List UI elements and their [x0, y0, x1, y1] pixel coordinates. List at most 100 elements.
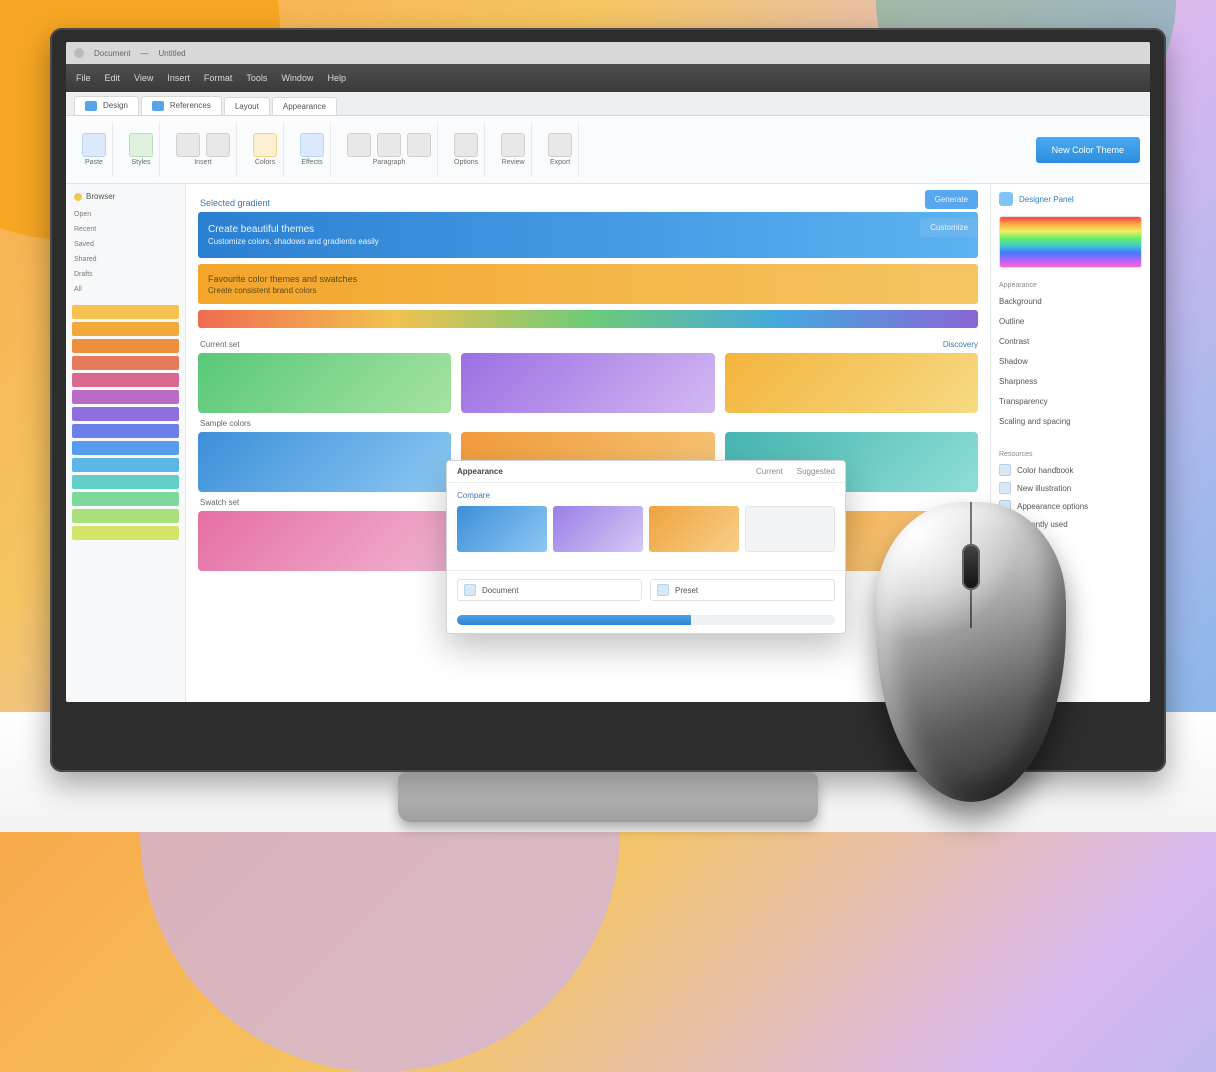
preset-icon: [657, 584, 669, 596]
physical-mouse: [876, 502, 1066, 802]
chip-customize[interactable]: Customize: [920, 218, 978, 237]
row-label: Current set: [200, 340, 240, 349]
menu-tools[interactable]: Tools: [246, 73, 267, 83]
tab-icon: [85, 101, 97, 111]
tabbar: Design References Layout Appearance: [66, 92, 1150, 116]
panel-item[interactable]: Scaling and spacing: [999, 415, 1142, 429]
menu-file[interactable]: File: [76, 73, 91, 83]
tab-icon: [152, 101, 164, 111]
insert-icon: [206, 133, 230, 157]
panel-item[interactable]: New illustration: [999, 482, 1142, 494]
tab-appearance[interactable]: Appearance: [272, 97, 337, 115]
banner-secondary[interactable]: Favourite color themes and swatches Crea…: [198, 264, 978, 304]
swatch[interactable]: [72, 526, 179, 540]
paste-icon: [82, 133, 106, 157]
dialog-swatch[interactable]: [649, 506, 739, 552]
swatch[interactable]: [72, 322, 179, 336]
sidebar-item[interactable]: All: [72, 284, 179, 295]
swatch-large[interactable]: [198, 353, 451, 413]
panel-item[interactable]: Shadow: [999, 355, 1142, 369]
banner-primary[interactable]: Create beautiful themes Customize colors…: [198, 212, 978, 258]
swatch-large[interactable]: [461, 353, 714, 413]
ribbon-group-paste[interactable]: Paste: [76, 122, 113, 177]
swatch[interactable]: [72, 305, 179, 319]
review-icon: [501, 133, 525, 157]
section-label: Selected gradient: [200, 198, 978, 208]
tab-layout[interactable]: Layout: [224, 97, 270, 115]
chip-generate[interactable]: Generate: [925, 190, 978, 209]
menu-insert[interactable]: Insert: [167, 73, 190, 83]
menu-window[interactable]: Window: [281, 73, 313, 83]
menu-help[interactable]: Help: [327, 73, 346, 83]
export-icon: [548, 133, 572, 157]
sidebar-item[interactable]: Drafts: [72, 269, 179, 280]
dialog-progress: [457, 615, 835, 625]
tab-references[interactable]: References: [141, 96, 222, 115]
square-icon: [999, 482, 1011, 494]
swatch[interactable]: [72, 509, 179, 523]
dialog-swatch[interactable]: [457, 506, 547, 552]
menu-format[interactable]: Format: [204, 73, 233, 83]
dialog-swatch[interactable]: [553, 506, 643, 552]
sidebar-item[interactable]: Open: [72, 209, 179, 220]
row-label: Sample colors: [200, 419, 978, 428]
swatch[interactable]: [72, 475, 179, 489]
ribbon-group-review[interactable]: Review: [495, 122, 532, 177]
menu-edit[interactable]: Edit: [105, 73, 121, 83]
sidebar-item[interactable]: Shared: [72, 254, 179, 265]
swatch[interactable]: [72, 390, 179, 404]
insert-icon: [176, 133, 200, 157]
swatch[interactable]: [72, 407, 179, 421]
square-icon: [999, 464, 1011, 476]
ribbon-group-paragraph[interactable]: Paragraph: [341, 122, 438, 177]
swatch[interactable]: [72, 373, 179, 387]
panel-section: Resources: [999, 451, 1142, 458]
paragraph-icon: [407, 133, 431, 157]
gradient-strip[interactable]: [198, 310, 978, 328]
ribbon-group-colors[interactable]: Colors: [247, 122, 284, 177]
ribbon-group-options[interactable]: Options: [448, 122, 485, 177]
swatch[interactable]: [72, 339, 179, 353]
swatch-large[interactable]: [725, 353, 978, 413]
ribbon-group-insert[interactable]: Insert: [170, 122, 237, 177]
titlebar-doc: Untitled: [158, 49, 185, 58]
menu-view[interactable]: View: [134, 73, 153, 83]
dialog-swatch-empty[interactable]: [745, 506, 835, 552]
dialog-appearance: Appearance Current Suggested Compare: [446, 460, 846, 634]
ribbon-group-styles[interactable]: Styles: [123, 122, 160, 177]
panel-item[interactable]: Sharpness: [999, 375, 1142, 389]
dialog-section-label: Compare: [457, 491, 835, 500]
document-icon: [464, 584, 476, 596]
options-icon: [454, 133, 478, 157]
ribbon: Paste Styles Insert Colors Effects Parag…: [66, 116, 1150, 184]
monitor-stand: [398, 772, 818, 822]
swatch[interactable]: [72, 441, 179, 455]
dialog-title: Appearance: [457, 467, 503, 476]
sidebar-header: Browser: [72, 190, 179, 205]
panel-item[interactable]: Background: [999, 295, 1142, 309]
swatch-large[interactable]: [198, 432, 451, 492]
sidebar-item[interactable]: Recent: [72, 224, 179, 235]
swatch[interactable]: [72, 492, 179, 506]
swatch-large[interactable]: [198, 511, 451, 571]
window-control-icon[interactable]: [74, 48, 84, 58]
left-sidebar: Browser Open Recent Saved Shared Drafts …: [66, 184, 186, 702]
panel-item[interactable]: Color handbook: [999, 464, 1142, 476]
panel-item[interactable]: Transparency: [999, 395, 1142, 409]
dialog-option-document[interactable]: Document: [457, 579, 642, 601]
tab-design[interactable]: Design: [74, 96, 139, 115]
swatch[interactable]: [72, 424, 179, 438]
new-theme-button[interactable]: New Color Theme: [1036, 137, 1140, 163]
colors-icon: [253, 133, 277, 157]
ribbon-group-effects[interactable]: Effects: [294, 122, 331, 177]
panel-section: Appearance: [999, 282, 1142, 289]
panel-item[interactable]: Outline: [999, 315, 1142, 329]
sidebar-item[interactable]: Saved: [72, 239, 179, 250]
dialog-option-preset[interactable]: Preset: [650, 579, 835, 601]
swatch[interactable]: [72, 458, 179, 472]
panel-item[interactable]: Contrast: [999, 335, 1142, 349]
swatch[interactable]: [72, 356, 179, 370]
color-spectrum[interactable]: [999, 216, 1142, 268]
titlebar-app: Document: [94, 49, 130, 58]
ribbon-group-export[interactable]: Export: [542, 122, 579, 177]
